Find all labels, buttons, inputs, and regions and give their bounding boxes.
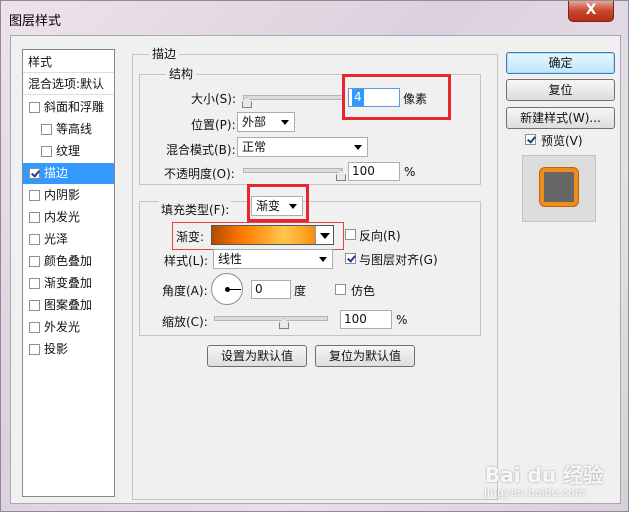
style-item-label: 等高线 [56, 122, 93, 136]
size-slider[interactable] [243, 95, 343, 100]
reverse-label: 反向(R) [359, 229, 401, 243]
style-item-texture[interactable]: 纹理 [23, 141, 114, 162]
new-style-button[interactable]: 新建样式(W)... [506, 107, 615, 129]
set-as-default-button[interactable]: 设置为默认值 [207, 345, 307, 367]
scale-slider[interactable] [214, 316, 328, 321]
highlight-size [342, 74, 451, 120]
dither-checkbox[interactable] [335, 284, 346, 295]
checkbox[interactable] [29, 212, 40, 223]
gradient-style-select[interactable]: 线性 [213, 249, 333, 269]
scale-unit: % [396, 313, 408, 327]
title-bar[interactable]: 图层样式 X [1, 1, 628, 35]
chevron-down-icon [281, 120, 289, 125]
style-item-label: 斜面和浮雕 [44, 100, 105, 114]
angle-dial[interactable] [211, 273, 243, 305]
checkbox[interactable] [29, 234, 40, 245]
size-label: 大小(S): [191, 92, 237, 106]
position-label: 位置(P): [191, 118, 236, 132]
position-select[interactable]: 外部 [237, 112, 295, 132]
style-preview [522, 155, 596, 222]
structure-group-title: 结构 [166, 67, 197, 81]
preview-swatch [540, 168, 578, 206]
scale-label: 缩放(C): [162, 315, 208, 329]
checkbox[interactable] [29, 190, 40, 201]
preview-label: 预览(V) [541, 134, 583, 148]
close-button[interactable]: X [568, 1, 614, 22]
style-item-pattern-overlay[interactable]: 图案叠加 [23, 295, 114, 316]
checkbox[interactable] [29, 168, 40, 179]
checkbox[interactable] [41, 124, 52, 135]
watermark-url: jingyan.baidu.com [484, 486, 586, 499]
preview-checkbox[interactable] [525, 134, 536, 145]
style-item-label: 内阴影 [44, 188, 81, 202]
stroke-group-title: 描边 [149, 47, 180, 61]
style-item-inner-glow[interactable]: 内发光 [23, 207, 114, 228]
opacity-input[interactable]: 100 [348, 162, 400, 181]
window-title: 图层样式 [9, 14, 62, 29]
style-item-outer-glow[interactable]: 外发光 [23, 317, 114, 338]
angle-label: 角度(A): [162, 284, 208, 298]
styles-header[interactable]: 样式 [23, 52, 114, 73]
style-item-bevel-emboss[interactable]: 斜面和浮雕 [23, 97, 114, 118]
checkbox[interactable] [29, 300, 40, 311]
styles-list: 样式 混合选项:默认 斜面和浮雕 等高线 纹理 描边 内阴影 内发光 光泽 颜色… [22, 49, 115, 497]
style-item-label: 光泽 [44, 232, 69, 246]
style-item-inner-shadow[interactable]: 内阴影 [23, 185, 114, 206]
gradient-label: 渐变: [176, 230, 205, 244]
blending-options-item[interactable]: 混合选项:默认 [23, 74, 114, 95]
dialog-client: 样式 混合选项:默认 斜面和浮雕 等高线 纹理 描边 内阴影 内发光 光泽 颜色… [10, 35, 621, 504]
checkbox[interactable] [29, 102, 40, 113]
chevron-down-icon [319, 257, 327, 262]
opacity-label: 不透明度(O): [164, 167, 235, 181]
checkbox[interactable] [29, 344, 40, 355]
blend-mode-select[interactable]: 正常 [237, 137, 368, 157]
checkbox[interactable] [29, 256, 40, 267]
dither-label: 仿色 [351, 284, 376, 298]
layer-style-window: 图层样式 X 样式 混合选项:默认 斜面和浮雕 等高线 纹理 描边 内阴影 内发… [0, 0, 629, 512]
watermark-logo: Bai du 经验 [485, 463, 604, 487]
reset-button[interactable]: 复位 [506, 79, 615, 101]
checkbox[interactable] [29, 322, 40, 333]
style-item-label: 纹理 [56, 144, 81, 158]
gradient-swatch[interactable] [211, 225, 334, 245]
style-item-color-overlay[interactable]: 颜色叠加 [23, 251, 114, 272]
style-item-label: 渐变叠加 [44, 276, 93, 290]
align-with-layer-label: 与图层对齐(G) [359, 253, 438, 267]
checkbox[interactable] [41, 146, 52, 157]
style-item-label: 颜色叠加 [44, 254, 93, 268]
style-label: 样式(L): [164, 254, 209, 268]
blend-mode-label: 混合模式(B): [166, 143, 236, 157]
style-item-label: 内发光 [44, 210, 81, 224]
highlight-fill-type [247, 184, 309, 222]
style-item-label: 描边 [44, 166, 69, 180]
ok-button[interactable]: 确定 [506, 52, 615, 74]
reset-to-default-button[interactable]: 复位为默认值 [315, 345, 415, 367]
scale-input[interactable]: 100 [340, 310, 392, 329]
close-icon: X [585, 2, 597, 18]
style-item-label: 图案叠加 [44, 298, 93, 312]
checkbox[interactable] [29, 278, 40, 289]
opacity-slider[interactable] [243, 168, 343, 173]
style-item-drop-shadow[interactable]: 投影 [23, 339, 114, 360]
angle-input[interactable]: 0 [251, 280, 291, 299]
angle-unit: 度 [294, 284, 307, 298]
style-item-stroke[interactable]: 描边 [23, 163, 114, 184]
fill-type-label: 填充类型(F): [159, 201, 232, 218]
style-item-contour[interactable]: 等高线 [23, 119, 114, 140]
align-with-layer-checkbox[interactable] [345, 253, 356, 264]
opacity-unit: % [404, 165, 416, 179]
reverse-checkbox[interactable] [345, 229, 356, 240]
chevron-down-icon[interactable] [315, 226, 333, 244]
style-item-gradient-overlay[interactable]: 渐变叠加 [23, 273, 114, 294]
style-item-label: 投影 [44, 342, 69, 356]
style-item-satin[interactable]: 光泽 [23, 229, 114, 250]
style-item-label: 外发光 [44, 320, 81, 334]
chevron-down-icon [354, 145, 362, 150]
